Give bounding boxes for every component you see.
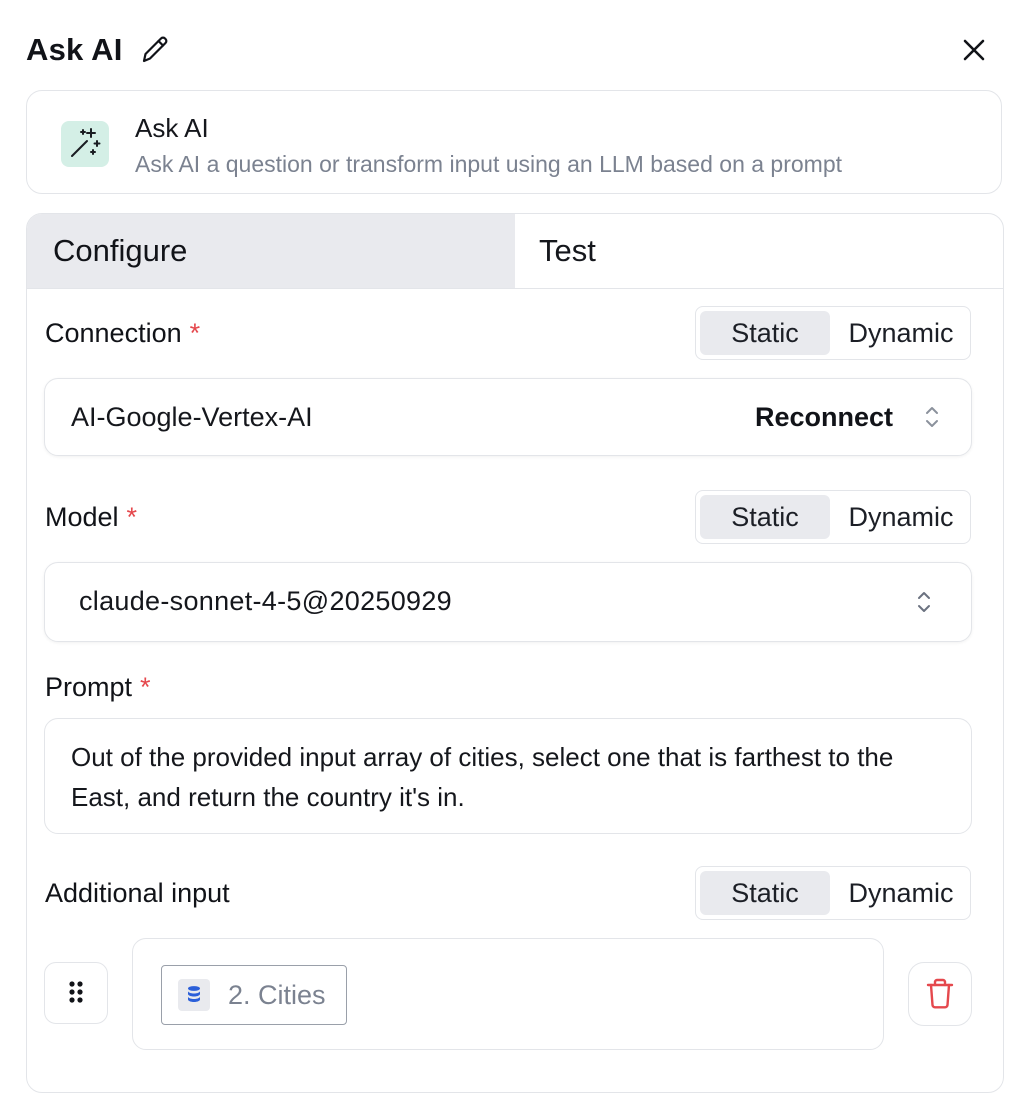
connection-static-option[interactable]: Static <box>700 311 830 355</box>
pencil-icon[interactable] <box>138 30 170 66</box>
connection-value: AI-Google-Vertex-AI <box>71 402 313 432</box>
config-panel: Configure Test Connection * Static Dynami… <box>26 213 1004 1093</box>
model-label: Model * <box>45 502 137 533</box>
tab-bar: Configure Test <box>27 214 1003 289</box>
model-dynamic-option[interactable]: Dynamic <box>836 495 966 539</box>
chip-label: 2. Cities <box>228 980 326 1010</box>
required-asterisk: * <box>189 318 201 348</box>
required-asterisk: * <box>126 502 138 532</box>
reconnect-button[interactable]: Reconnect <box>755 379 893 455</box>
connection-select[interactable]: AI-Google-Vertex-AI Reconnect <box>44 378 972 456</box>
chevron-up-down-icon <box>918 592 930 612</box>
connection-label: Connection * <box>45 318 200 349</box>
magic-wand-icon <box>61 121 109 167</box>
model-label-text: Model <box>45 502 119 532</box>
page-title: Ask AI <box>26 32 123 67</box>
model-select[interactable]: claude-sonnet-4-5@20250929 <box>44 562 972 642</box>
tab-configure[interactable]: Configure <box>27 214 515 288</box>
block-description: Ask AI a question or transform input usi… <box>135 151 843 177</box>
additional-input-dynamic-option[interactable]: Dynamic <box>836 871 966 915</box>
chevron-up-down-icon <box>926 407 938 427</box>
prompt-label: Prompt * <box>45 672 151 703</box>
block-info-card: Ask AI Ask AI a question or transform in… <box>26 90 1002 194</box>
drag-handle-icon <box>69 981 83 1003</box>
block-name: Ask AI <box>135 113 209 143</box>
panel-header: Ask AI <box>26 28 988 72</box>
connection-dynamic-option[interactable]: Dynamic <box>836 311 966 355</box>
additional-input-label: Additional input <box>45 878 230 908</box>
connection-mode-toggle: Static Dynamic <box>695 306 971 360</box>
connection-label-text: Connection <box>45 318 182 348</box>
delete-input-button[interactable] <box>908 962 972 1026</box>
model-value: claude-sonnet-4-5@20250929 <box>79 586 452 616</box>
model-static-option[interactable]: Static <box>700 495 830 539</box>
database-icon <box>178 979 210 1011</box>
model-mode-toggle: Static Dynamic <box>695 490 971 544</box>
trash-icon <box>926 978 954 1009</box>
prompt-label-text: Prompt <box>45 672 133 702</box>
drag-handle[interactable] <box>44 962 108 1024</box>
additional-input-static-option[interactable]: Static <box>700 871 830 915</box>
required-asterisk: * <box>140 672 151 702</box>
prompt-textarea[interactable]: Out of the provided input array of citie… <box>44 718 972 834</box>
tab-test[interactable]: Test <box>515 214 1003 288</box>
close-icon[interactable] <box>960 36 988 64</box>
data-reference-chip[interactable]: 2. Cities <box>161 965 347 1025</box>
additional-input-mode-toggle: Static Dynamic <box>695 866 971 920</box>
additional-input-field[interactable]: 2. Cities <box>132 938 884 1050</box>
